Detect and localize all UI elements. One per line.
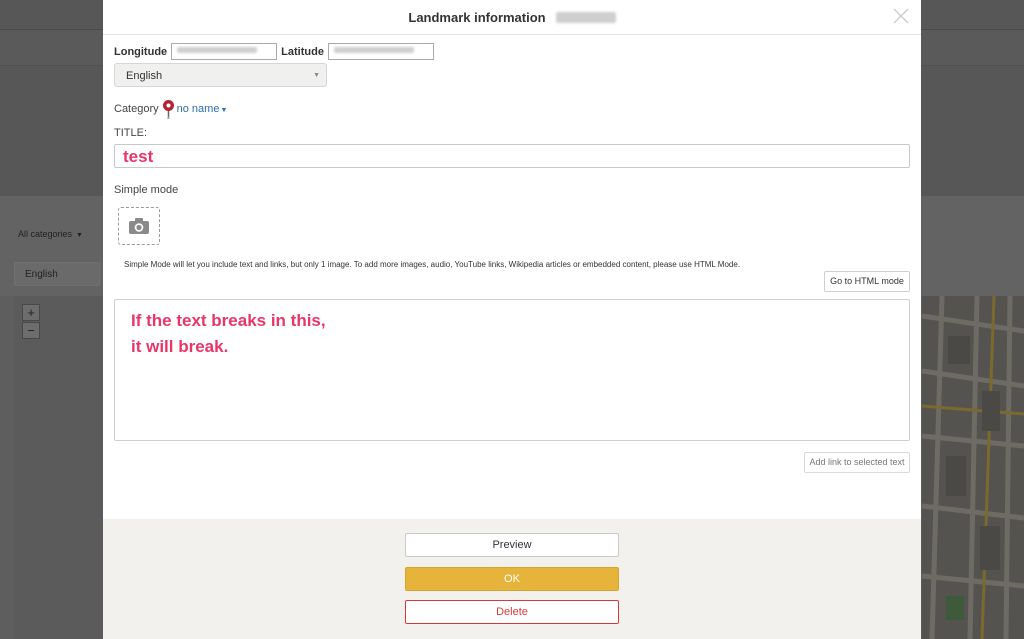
title-label: TITLE: — [114, 127, 148, 139]
category-label: Category — [114, 103, 159, 115]
map-view — [922, 296, 1024, 639]
dialog-title: Landmark information — [408, 10, 546, 25]
coordinates-row: Longitude Latitude — [114, 43, 438, 60]
caret-down-icon: ▼ — [313, 72, 320, 79]
dialog-footer: Preview OK Delete — [103, 519, 921, 639]
simple-mode-note: Simple Mode will let you include text an… — [124, 260, 741, 269]
camera-icon — [129, 218, 149, 234]
language-select-value: English — [126, 70, 163, 82]
caret-down-icon: ▼ — [220, 107, 228, 114]
landmark-dialog: Landmark information Longitude Latitude … — [103, 0, 921, 639]
dialog-header: Landmark information — [103, 0, 921, 35]
redacted-longitude — [177, 47, 258, 53]
category-row: Category no name▼ — [114, 99, 227, 119]
body-text-line: it will break. — [131, 337, 229, 356]
caret-down-icon: ▼ — [76, 232, 83, 239]
category-filter-label: All categories — [18, 229, 73, 239]
delete-button[interactable]: Delete — [405, 600, 619, 624]
simple-mode-label: Simple mode — [114, 184, 179, 196]
zoom-out-button: − — [22, 322, 40, 339]
background-map-left — [14, 296, 104, 639]
category-dropdown[interactable]: no name▼ — [177, 103, 228, 115]
map-streets-graphic — [922, 296, 1024, 639]
background-language-select: English — [14, 262, 100, 286]
redacted-name — [555, 12, 616, 24]
go-to-html-mode-button[interactable]: Go to HTML mode — [824, 271, 910, 292]
map-pin-icon — [162, 100, 174, 119]
body-text-line: If the text breaks in this, — [131, 311, 326, 330]
close-icon[interactable] — [891, 6, 911, 26]
zoom-in-button: + — [22, 304, 40, 321]
latitude-input[interactable] — [327, 43, 434, 60]
latitude-label: Latitude — [281, 45, 324, 58]
longitude-input[interactable] — [171, 43, 278, 60]
language-select[interactable]: English ▼ — [114, 63, 327, 87]
redacted-latitude — [333, 47, 414, 53]
category-value: no name — [176, 103, 220, 115]
category-filter-dropdown: All categories ▼ — [18, 229, 83, 239]
body-text-editor[interactable]: If the text breaks in this, it will brea… — [114, 299, 910, 441]
preview-button[interactable]: Preview — [405, 533, 619, 557]
ok-button[interactable]: OK — [405, 567, 619, 591]
title-input[interactable]: test — [114, 144, 910, 168]
add-link-button[interactable]: Add link to selected text — [804, 452, 910, 473]
add-photo-button[interactable] — [118, 207, 160, 245]
longitude-label: Longitude — [114, 45, 168, 58]
